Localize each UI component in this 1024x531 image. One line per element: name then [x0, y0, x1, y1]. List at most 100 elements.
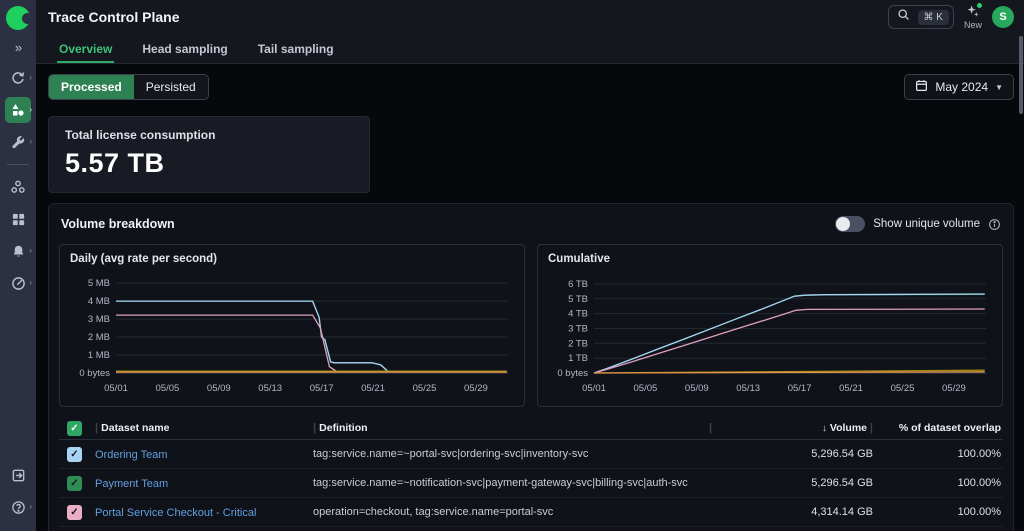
- dataset-link[interactable]: Portal Service Checkout - Critical: [95, 507, 256, 519]
- charts-row: Daily (avg rate per second) 0 bytes 1 MB 2…: [59, 244, 1003, 407]
- page-title: Trace Control Plane: [48, 9, 180, 25]
- license-card-label: Total license consumption: [65, 128, 216, 142]
- volume-breakdown-title: Volume breakdown: [61, 217, 175, 231]
- chevron-right-icon: ›: [29, 502, 32, 511]
- svg-text:05/05: 05/05: [634, 383, 658, 394]
- sidebar-expand-icon[interactable]: »: [15, 40, 22, 58]
- calendar-icon: [915, 79, 928, 95]
- svg-text:05/21: 05/21: [361, 383, 385, 394]
- tab-overview[interactable]: Overview: [57, 34, 115, 63]
- chevron-right-icon: ›: [29, 105, 32, 114]
- grid-icon: [11, 212, 26, 227]
- table-row: ✓unassigned196.03 GB0.00%: [59, 527, 1003, 531]
- cumulative-chart-title: Cumulative: [548, 253, 610, 265]
- select-all-checkbox[interactable]: ✓: [67, 420, 82, 436]
- svg-text:4 TB: 4 TB: [568, 309, 588, 320]
- svg-text:05/17: 05/17: [788, 383, 812, 394]
- search-icon: [897, 8, 910, 26]
- table-row: ✓ Portal Service Checkout - Critical opera…: [59, 498, 1003, 527]
- avatar[interactable]: S: [992, 6, 1014, 28]
- sidebar: » › › › › › ›: [0, 0, 36, 531]
- svg-text:5 TB: 5 TB: [568, 294, 588, 305]
- svg-text:0 bytes: 0 bytes: [79, 368, 110, 379]
- segment-persisted[interactable]: Persisted: [133, 75, 208, 99]
- cumulative-chart: 0 bytes 1 TB 2 TB 3 TB 4 TB 5 TB 6 TB 05/01 05/0…: [548, 267, 994, 402]
- chevron-down-icon: ▼: [995, 82, 1003, 92]
- show-unique-volume-toggle[interactable]: [835, 216, 866, 232]
- show-unique-volume-label: Show unique volume: [873, 218, 980, 230]
- dataset-overlap: 100.00%: [957, 477, 1001, 489]
- info-icon[interactable]: [988, 218, 1001, 231]
- sidebar-item-alerts[interactable]: ›: [5, 238, 32, 264]
- bell-icon: [11, 244, 26, 259]
- svg-text:3 MB: 3 MB: [88, 314, 110, 325]
- processed-persisted-toggle: Processed Persisted: [48, 74, 209, 100]
- svg-text:2 MB: 2 MB: [88, 332, 110, 343]
- svg-text:4 MB: 4 MB: [88, 296, 110, 307]
- sidebar-item-explore[interactable]: ›: [5, 65, 32, 91]
- sidebar-item-signout[interactable]: [5, 462, 31, 488]
- gauge-icon: [11, 276, 26, 291]
- sidebar-item-dashboards[interactable]: [5, 206, 31, 232]
- column-dataset-name: | Dataset name: [95, 422, 170, 434]
- svg-text:05/29: 05/29: [464, 383, 488, 394]
- row-checkbox[interactable]: ✓: [67, 475, 82, 491]
- svg-text:0 bytes: 0 bytes: [557, 368, 588, 379]
- dataset-volume: 4,314.14 GB: [811, 506, 873, 518]
- table-header-row: ✓ | Dataset name | Definition | ↓ Volume …: [59, 417, 1003, 440]
- column-definition: | Definition: [313, 422, 368, 434]
- date-picker-label: May 2024: [935, 80, 989, 94]
- cumulative-chart-panel: Cumulative 0 bytes 1 TB 2 TB 3 TB 4 TB 5 TB 6 …: [537, 244, 1003, 407]
- dataset-link[interactable]: Ordering Team: [95, 449, 168, 461]
- sort-desc-icon: ↓: [821, 423, 827, 434]
- date-picker-button[interactable]: May 2024 ▼: [904, 74, 1014, 100]
- tab-tail-sampling[interactable]: Tail sampling: [256, 34, 336, 63]
- column-divider: |: [709, 422, 713, 434]
- chevron-right-icon: ›: [29, 137, 32, 146]
- dataset-link[interactable]: Payment Team: [95, 478, 168, 490]
- chevron-right-icon: ›: [29, 73, 32, 82]
- svg-text:1 MB: 1 MB: [88, 350, 110, 361]
- scrollbar-thumb[interactable]: [1019, 36, 1023, 114]
- shapes-icon: [10, 102, 26, 118]
- svg-text:05/21: 05/21: [839, 383, 863, 394]
- sidebar-item-services[interactable]: [5, 174, 31, 200]
- chevron-right-icon: ›: [29, 246, 32, 255]
- tab-head-sampling[interactable]: Head sampling: [140, 34, 229, 63]
- daily-chart: 0 bytes 1 MB 2 MB 3 MB 4 MB 5 MB 05/01 05/05 05/…: [70, 267, 516, 402]
- topbar: Trace Control Plane ⌘ K New S: [36, 0, 1024, 34]
- dataset-definition: tag:service.name=~notification-svc|payme…: [313, 477, 688, 489]
- sidebar-item-help[interactable]: ›: [5, 494, 32, 520]
- column-volume[interactable]: ↓ Volume |: [725, 422, 873, 434]
- cluster-nodes-icon: [10, 179, 26, 195]
- daily-chart-title: Daily (avg rate per second): [70, 253, 217, 265]
- svg-text:2 TB: 2 TB: [568, 338, 588, 349]
- sidebar-item-control-plane[interactable]: ›: [5, 97, 32, 123]
- table-row: ✓ Ordering Team tag:service.name=~portal-s…: [59, 440, 1003, 469]
- svg-text:6 TB: 6 TB: [568, 279, 588, 290]
- segment-processed[interactable]: Processed: [49, 75, 134, 99]
- row-checkbox[interactable]: ✓: [67, 446, 82, 462]
- sidebar-divider: [7, 164, 29, 165]
- license-consumption-card: Total license consumption 5.57 TB: [48, 116, 370, 193]
- column-overlap: % of dataset overlap: [898, 422, 1001, 434]
- sidebar-item-monitors[interactable]: ›: [5, 270, 32, 296]
- license-card-value: 5.57 TB: [65, 148, 165, 178]
- app-root: » › › › › › › Trace Control Plane ⌘ K Ne…: [0, 0, 1024, 531]
- dataset-definition: operation=checkout, tag:service.name=por…: [313, 506, 554, 518]
- svg-text:3 TB: 3 TB: [568, 324, 588, 335]
- sidebar-item-configure[interactable]: ›: [5, 129, 32, 155]
- search-input[interactable]: ⌘ K: [887, 5, 954, 29]
- row-checkbox[interactable]: ✓: [67, 504, 82, 520]
- whats-new-button[interactable]: New: [964, 3, 982, 30]
- chronosphere-logo-icon[interactable]: [6, 6, 33, 30]
- svg-text:1 TB: 1 TB: [568, 353, 588, 364]
- svg-text:05/01: 05/01: [104, 383, 128, 394]
- svg-text:05/29: 05/29: [942, 383, 966, 394]
- dataset-overlap: 100.00%: [957, 506, 1001, 518]
- daily-chart-panel: Daily (avg rate per second) 0 bytes 1 MB 2…: [59, 244, 525, 407]
- search-shortcut-badge: ⌘ K: [917, 9, 949, 25]
- dataset-volume: 5,296.54 GB: [811, 477, 873, 489]
- svg-text:05/05: 05/05: [156, 383, 180, 394]
- logout-icon: [11, 468, 26, 483]
